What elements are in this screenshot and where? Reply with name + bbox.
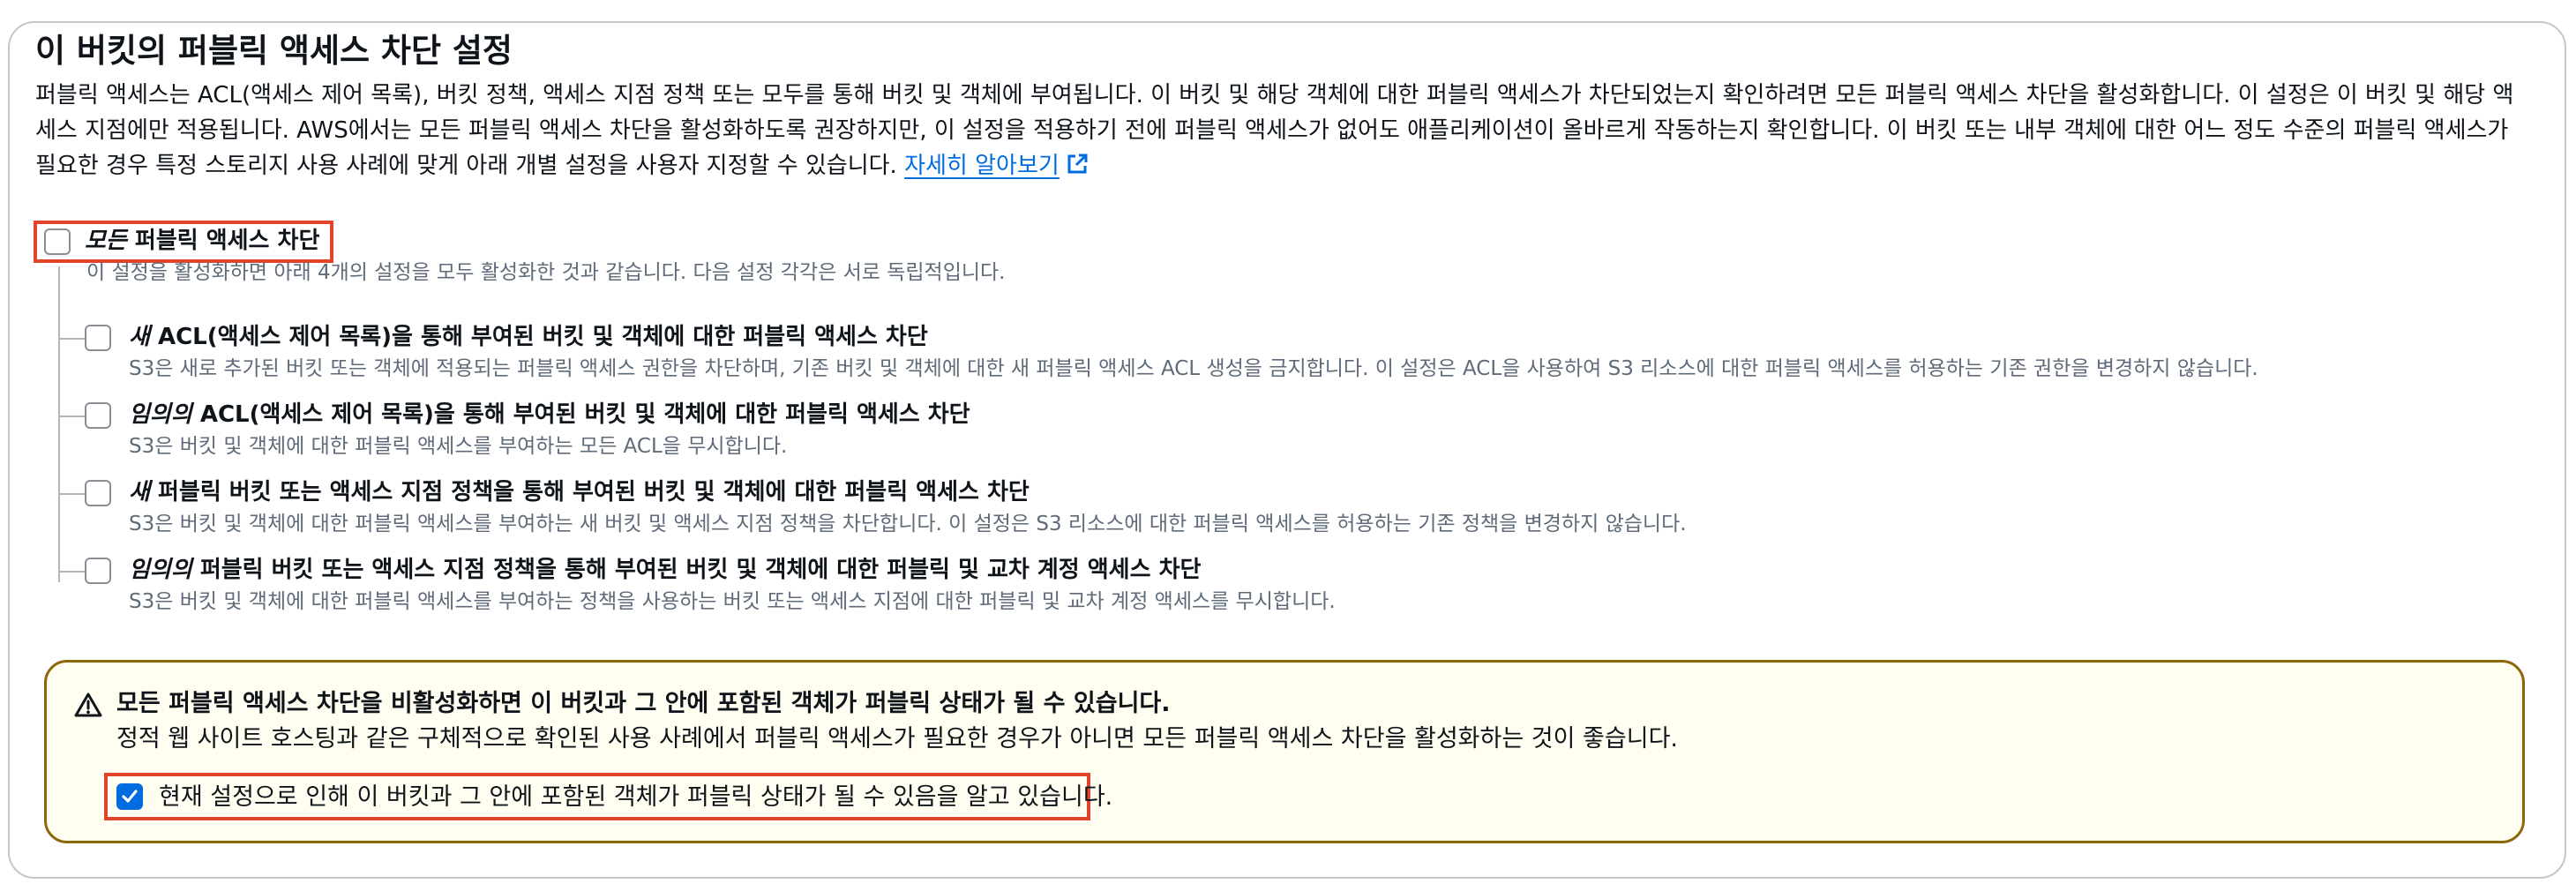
option-description-any-acl: S3은 버킷 및 객체에 대한 퍼블릭 액세스를 부여하는 모든 ACL을 무시… xyxy=(129,435,788,458)
option-label-text: 퍼블릭 버킷 또는 액세스 지점 정책을 통해 부여된 버킷 및 객체에 대한 … xyxy=(191,557,1202,583)
warning-body: 정적 웹 사이트 호스팅과 같은 구체적으로 확인된 사용 사례에서 퍼블릭 액… xyxy=(116,725,1678,752)
option-label-new-acl: 새 ACL(액세스 제어 목록)을 통해 부여된 버킷 및 객체에 대한 퍼블릭… xyxy=(129,322,928,352)
option-description-new-acl: S3은 새로 추가된 버킷 또는 객체에 적용되는 퍼블릭 액세스 권한을 차단… xyxy=(129,357,2258,380)
learn-more-label: 자세히 알아보기 xyxy=(904,153,1060,179)
option-label-any-acl: 임의의 ACL(액세스 제어 목록)을 통해 부여된 버킷 및 객체에 대한 퍼… xyxy=(129,400,970,430)
option-label-new-policy: 새 퍼블릭 버킷 또는 액세스 지점 정책을 통해 부여된 버킷 및 객체에 대… xyxy=(129,477,1030,507)
option-checkbox-new-policy[interactable] xyxy=(85,480,111,506)
description-line: 퍼블릭 액세스는 ACL(액세스 제어 목록), 버킷 정책, 액세스 지점 정… xyxy=(35,82,2514,109)
option-label-text: ACL(액세스 제어 목록)을 통해 부여된 버킷 및 객체에 대한 퍼블릭 액… xyxy=(149,324,928,350)
option-label-emphasis: 새 xyxy=(129,324,150,350)
block-all-label-text: 퍼블릭 액세스 차단 xyxy=(126,228,320,254)
option-label-text: ACL(액세스 제어 목록)을 통해 부여된 버킷 및 객체에 대한 퍼블릭 액… xyxy=(191,401,970,428)
external-link-icon xyxy=(1067,153,1088,174)
block-all-checkbox[interactable] xyxy=(44,228,71,255)
option-description-new-policy: S3은 버킷 및 객체에 대한 퍼블릭 액세스를 부여하는 새 버킷 및 액세스… xyxy=(129,513,1687,535)
tree-branch xyxy=(58,416,85,417)
option-label-emphasis: 새 xyxy=(129,479,150,505)
acknowledge-label: 현재 설정으로 인해 이 버킷과 그 안에 포함된 객체가 퍼블릭 상태가 될 … xyxy=(159,783,1113,811)
option-checkbox-any-policy[interactable] xyxy=(85,558,111,584)
tree-branch xyxy=(58,493,85,495)
checkmark-icon xyxy=(122,790,138,803)
option-checkbox-new-acl[interactable] xyxy=(85,325,111,351)
description-line: 필요한 경우 특정 스토리지 사용 사례에 맞게 아래 개별 설정을 사용자 지… xyxy=(35,148,2532,183)
warning-title: 모든 퍼블릭 액세스 차단을 비활성화하면 이 버킷과 그 안에 포함된 객체가… xyxy=(116,690,1171,717)
section-title: 이 버킷의 퍼블릭 액세스 차단 설정 xyxy=(35,32,513,70)
option-label-emphasis: 임의의 xyxy=(129,557,192,583)
learn-more-link[interactable]: 자세히 알아보기 xyxy=(904,153,1090,179)
description-line-text: 필요한 경우 특정 스토리지 사용 사례에 맞게 아래 개별 설정을 사용자 지… xyxy=(35,153,897,179)
option-checkbox-any-acl[interactable] xyxy=(85,402,111,429)
block-all-label-emphasis: 모든 xyxy=(85,228,127,254)
option-label-any-policy: 임의의 퍼블릭 버킷 또는 액세스 지점 정책을 통해 부여된 버킷 및 객체에… xyxy=(129,555,1201,585)
acknowledge-checkbox[interactable] xyxy=(116,783,143,810)
section-description: 퍼블릭 액세스는 ACL(액세스 제어 목록), 버킷 정책, 액세스 지점 정… xyxy=(35,78,2532,183)
tree-connector xyxy=(58,266,60,582)
warning-triangle-icon xyxy=(74,693,102,717)
tree-branch xyxy=(58,338,85,340)
option-label-emphasis: 임의의 xyxy=(129,401,192,428)
option-description-any-policy: S3은 버킷 및 객체에 대한 퍼블릭 액세스를 부여하는 정책을 사용하는 버… xyxy=(129,590,1336,613)
block-all-label: 모든 퍼블릭 액세스 차단 xyxy=(85,226,319,256)
description-line: 세스 지점에만 적용됩니다. AWS에서는 모든 퍼블릭 액세스 차단을 활성화… xyxy=(35,117,2509,144)
tree-branch xyxy=(58,571,85,573)
block-all-description: 이 설정을 활성화하면 아래 4개의 설정을 모두 활성화한 것과 같습니다. … xyxy=(86,261,1006,284)
option-label-text: 퍼블릭 버킷 또는 액세스 지점 정책을 통해 부여된 버킷 및 객체에 대한 … xyxy=(149,479,1030,505)
